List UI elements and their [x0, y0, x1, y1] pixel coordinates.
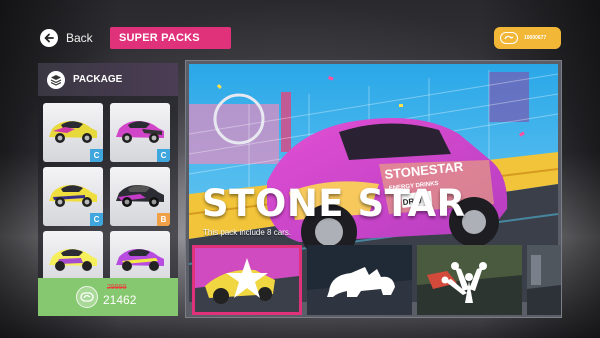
coin-icon — [500, 32, 518, 44]
current-price: 21462 — [103, 293, 137, 307]
back-arrow-icon — [40, 29, 58, 47]
pack-thumb-frog[interactable] — [417, 245, 522, 315]
pack-thumb-next[interactable] — [527, 245, 561, 315]
package-header: PACKAGE — [38, 63, 178, 96]
currency-badge[interactable]: 10000677 — [494, 27, 561, 49]
back-button[interactable]: Back — [40, 28, 93, 48]
car-thumbnail — [116, 249, 164, 271]
package-title: PACKAGE — [73, 74, 123, 85]
buy-button[interactable]: 29999 21462 — [38, 278, 178, 316]
thumb-bg — [417, 245, 522, 315]
thumb-bg — [527, 245, 561, 315]
grade-badge: C — [90, 149, 103, 162]
back-label: Back — [66, 31, 93, 45]
grade-badge: C — [90, 213, 103, 226]
car-thumbnail — [116, 185, 164, 207]
screen-title: SUPER PACKS — [110, 27, 231, 49]
stack-icon — [47, 70, 65, 89]
car-thumbnail — [116, 121, 164, 143]
car-thumbnail — [49, 249, 97, 271]
grade-badge: C — [157, 149, 170, 162]
coin-icon — [76, 286, 98, 308]
car-card-2[interactable]: C — [110, 103, 170, 162]
car-thumbnail — [49, 121, 97, 143]
thumb-bg — [307, 245, 412, 315]
pack-title: STONE STAR — [202, 182, 466, 225]
pack-subtitle: This pack include 8 cars. — [203, 228, 292, 237]
thumb-bg — [195, 248, 299, 312]
price-box: 29999 21462 — [103, 284, 153, 310]
featured-pack-panel: STONESTAR ENERGY DRINKS DRW 3 STONE STAR… — [185, 60, 562, 318]
car-card-4[interactable]: B — [110, 167, 170, 226]
package-panel: PACKAGE C C C B 29999 21462 — [38, 63, 178, 316]
pack-thumb-star[interactable] — [192, 245, 302, 315]
car-thumbnail — [49, 185, 97, 207]
pack-thumb-rhino[interactable] — [307, 245, 412, 315]
old-price: 29999 — [107, 284, 127, 291]
car-card-1[interactable]: C — [43, 103, 103, 162]
currency-amount: 10000677 — [524, 35, 547, 41]
car-card-3[interactable]: C — [43, 167, 103, 226]
grade-badge: B — [157, 213, 170, 226]
